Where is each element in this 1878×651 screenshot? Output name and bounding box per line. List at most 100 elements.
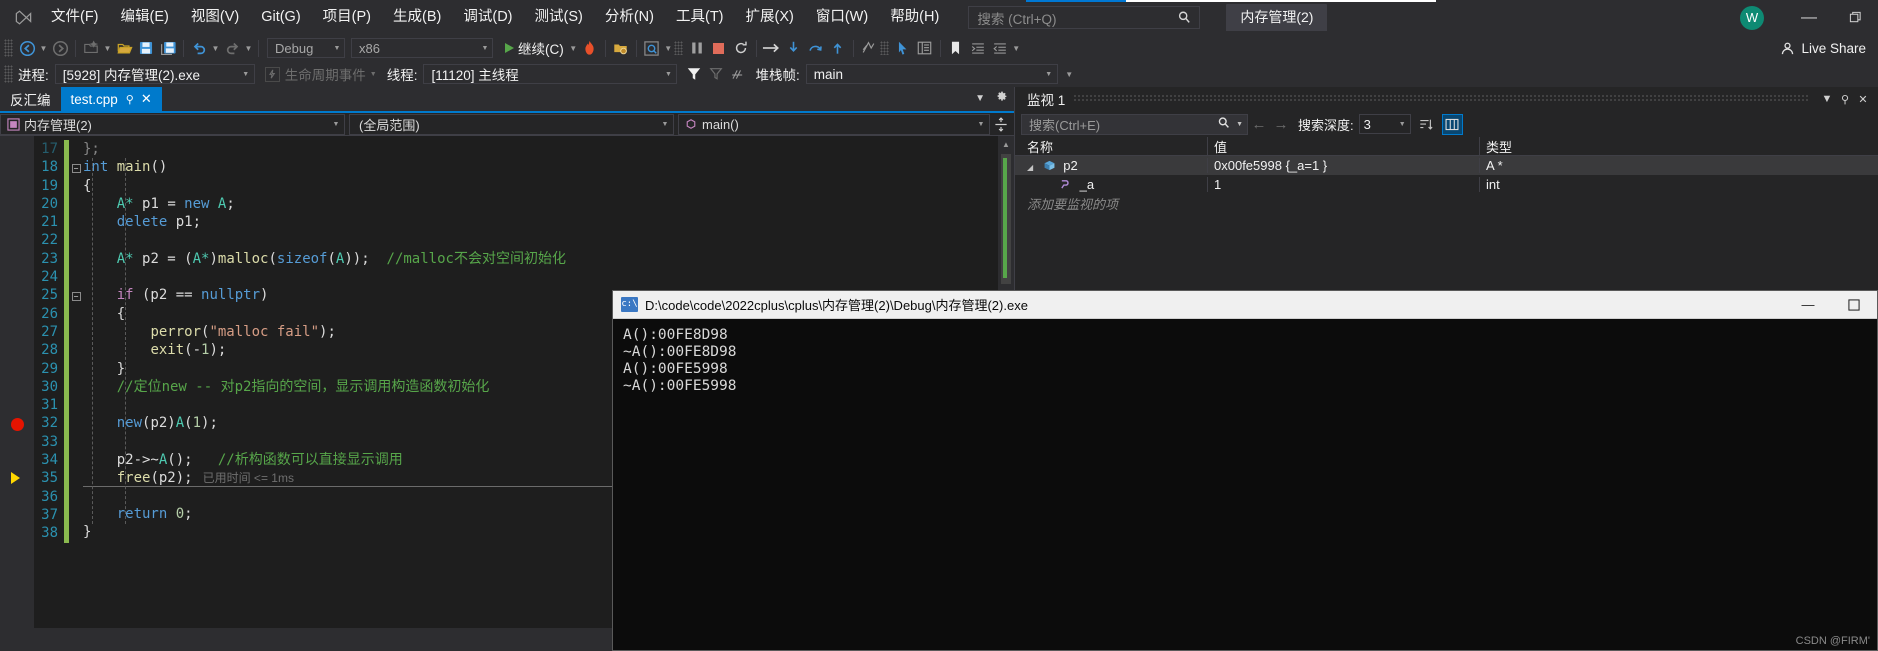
navigate-backward-dropdown[interactable]: ▼ bbox=[38, 37, 49, 59]
toolbar-overflow-button[interactable]: ▼ bbox=[1011, 37, 1022, 59]
fold-minus-icon[interactable]: − bbox=[71, 164, 81, 174]
toolbar-grip-3[interactable] bbox=[879, 41, 889, 55]
attach-process-icon[interactable] bbox=[610, 37, 632, 59]
diagnostics-dropdown[interactable]: ▼ bbox=[663, 37, 674, 59]
tab-list-dropdown-icon[interactable]: ▼ bbox=[975, 93, 985, 104]
pin-icon[interactable]: ⚲ bbox=[126, 93, 134, 106]
code-line[interactable] bbox=[83, 268, 1014, 286]
nav-member-combo[interactable]: main() ▼ bbox=[678, 113, 990, 135]
nav-project-combo[interactable]: 内存管理(2) ▼ bbox=[0, 113, 345, 135]
stop-debugging-icon[interactable] bbox=[708, 37, 730, 59]
code-line[interactable]: A* p1 = new A; bbox=[83, 195, 1014, 213]
watch-row-p2[interactable]: ◢ p2 0x00fe5998 {_a=1 } A * bbox=[1015, 156, 1878, 175]
column-header-name[interactable]: 名称 bbox=[1015, 137, 1207, 156]
menu-file[interactable]: 文件(F) bbox=[40, 0, 110, 35]
menu-view[interactable]: 视图(V) bbox=[180, 0, 250, 35]
column-header-value[interactable]: 值 bbox=[1207, 136, 1479, 156]
undo-dropdown[interactable]: ▼ bbox=[210, 37, 221, 59]
search-options-dropdown-icon[interactable]: ▼ bbox=[1236, 121, 1243, 128]
code-line[interactable]: delete p1; bbox=[83, 213, 1014, 231]
watch-value-a[interactable]: 1 bbox=[1207, 177, 1479, 192]
close-icon[interactable]: ✕ bbox=[1854, 93, 1872, 106]
fold-cell[interactable]: − bbox=[69, 286, 83, 304]
watch-row-name-cell[interactable]: ◢ p2 bbox=[1015, 158, 1207, 173]
sort-columns-icon[interactable] bbox=[1416, 114, 1437, 135]
filter-threads-alt-icon[interactable] bbox=[705, 63, 727, 85]
step-into-icon[interactable] bbox=[783, 37, 805, 59]
fold-cell[interactable]: − bbox=[69, 158, 83, 176]
watch-value-p2[interactable]: 0x00fe5998 {_a=1 } bbox=[1207, 158, 1479, 173]
watch-dropdown-icon[interactable]: ▼ bbox=[1818, 93, 1836, 105]
window-minimize-button[interactable]: — bbox=[1786, 0, 1832, 35]
code-line[interactable]: int main() bbox=[83, 158, 1014, 176]
toolbar-grip-2[interactable] bbox=[673, 41, 683, 55]
code-line[interactable]: A* p2 = (A*)malloc(sizeof(A)); //malloc不… bbox=[83, 250, 1014, 268]
open-file-icon[interactable] bbox=[113, 37, 135, 59]
toolbar-grip[interactable] bbox=[4, 39, 13, 57]
hot-reload-icon[interactable] bbox=[579, 37, 601, 59]
search-next-button[interactable]: → bbox=[1270, 116, 1292, 133]
console-titlebar[interactable]: c:\ D:\code\code\2022cplus\cplus\内存管理(2)… bbox=[613, 291, 1877, 319]
undo-icon[interactable] bbox=[188, 37, 210, 59]
gear-icon[interactable] bbox=[995, 90, 1008, 106]
redo-icon[interactable] bbox=[221, 37, 243, 59]
scroll-up-icon[interactable]: ▲ bbox=[998, 136, 1014, 152]
redo-dropdown[interactable]: ▼ bbox=[243, 37, 254, 59]
menu-help[interactable]: 帮助(H) bbox=[879, 0, 950, 35]
solution-title-tab[interactable]: 内存管理(2) bbox=[1226, 4, 1328, 31]
pin-icon[interactable]: ⚲ bbox=[1836, 93, 1854, 106]
split-editor-button[interactable] bbox=[990, 114, 1012, 135]
code-line[interactable]: }; bbox=[83, 140, 1014, 158]
menu-test[interactable]: 测试(S) bbox=[524, 0, 594, 35]
menu-tools[interactable]: 工具(T) bbox=[665, 0, 735, 35]
glyph-margin[interactable] bbox=[0, 136, 34, 628]
thread-combo[interactable]: [11120] 主线程 ▼ bbox=[423, 64, 678, 84]
restart-icon[interactable] bbox=[730, 37, 752, 59]
new-project-dropdown[interactable]: ▼ bbox=[102, 37, 113, 59]
stackframe-combo[interactable]: main ▼ bbox=[805, 64, 1058, 84]
menu-analyze[interactable]: 分析(N) bbox=[594, 0, 665, 35]
menu-build[interactable]: 生成(B) bbox=[382, 0, 452, 35]
new-project-icon[interactable] bbox=[80, 37, 102, 59]
chevron-down-icon[interactable]: ▼ bbox=[370, 71, 377, 78]
fold-minus-icon[interactable]: − bbox=[71, 292, 81, 302]
solution-configuration-combo[interactable]: Debug ▼ bbox=[267, 38, 345, 58]
expander-icon[interactable]: ◢ bbox=[1027, 163, 1039, 172]
solution-platform-combo[interactable]: x86 ▼ bbox=[351, 38, 493, 58]
column-header-type[interactable]: 类型 bbox=[1479, 136, 1878, 156]
parallel-stacks-icon[interactable] bbox=[727, 63, 749, 85]
quick-search-box[interactable]: 搜索 (Ctrl+Q) bbox=[968, 6, 1201, 29]
menu-window[interactable]: 窗口(W) bbox=[805, 0, 879, 35]
code-folding-column[interactable]: − − bbox=[69, 136, 83, 628]
continue-button[interactable]: 继续(C) bbox=[501, 37, 568, 59]
diagnostics-icon[interactable] bbox=[641, 37, 663, 59]
breakpoint-marker[interactable] bbox=[11, 417, 24, 431]
bookmark-icon[interactable] bbox=[945, 37, 967, 59]
thread-marker-icon[interactable] bbox=[858, 37, 880, 59]
save-icon[interactable] bbox=[135, 37, 157, 59]
code-line[interactable]: { bbox=[83, 177, 1014, 195]
code-line[interactable] bbox=[83, 231, 1014, 249]
outdent-icon[interactable] bbox=[989, 37, 1011, 59]
step-out-icon[interactable] bbox=[827, 37, 849, 59]
tab-test-cpp[interactable]: test.cpp ⚲ ✕ bbox=[60, 87, 162, 111]
show-next-statement-icon[interactable] bbox=[761, 37, 783, 59]
nav-scope-combo[interactable]: (全局范围) ▼ bbox=[349, 113, 674, 135]
menu-project[interactable]: 项目(P) bbox=[312, 0, 382, 35]
save-all-icon[interactable] bbox=[157, 37, 179, 59]
search-icon[interactable] bbox=[1217, 116, 1231, 133]
watch-add-row[interactable]: 添加要监视的项 bbox=[1015, 194, 1878, 213]
avatar[interactable]: W bbox=[1740, 5, 1764, 30]
step-over-icon[interactable] bbox=[805, 37, 827, 59]
select-tool-icon[interactable] bbox=[892, 37, 914, 59]
indent-icon[interactable] bbox=[967, 37, 989, 59]
window-restore-button[interactable] bbox=[1832, 0, 1878, 35]
menu-extensions[interactable]: 扩展(X) bbox=[735, 0, 805, 35]
search-depth-input[interactable]: 3 ▼ bbox=[1358, 114, 1411, 134]
navigate-forward-icon[interactable] bbox=[49, 37, 71, 59]
break-all-icon[interactable] bbox=[686, 37, 708, 59]
menu-git[interactable]: Git(G) bbox=[250, 0, 311, 35]
menu-debug[interactable]: 调试(D) bbox=[452, 0, 523, 35]
debugbar-grip[interactable] bbox=[4, 65, 13, 83]
lifecycle-events-toggle[interactable]: 生命周期事件 ▼ bbox=[264, 64, 377, 84]
